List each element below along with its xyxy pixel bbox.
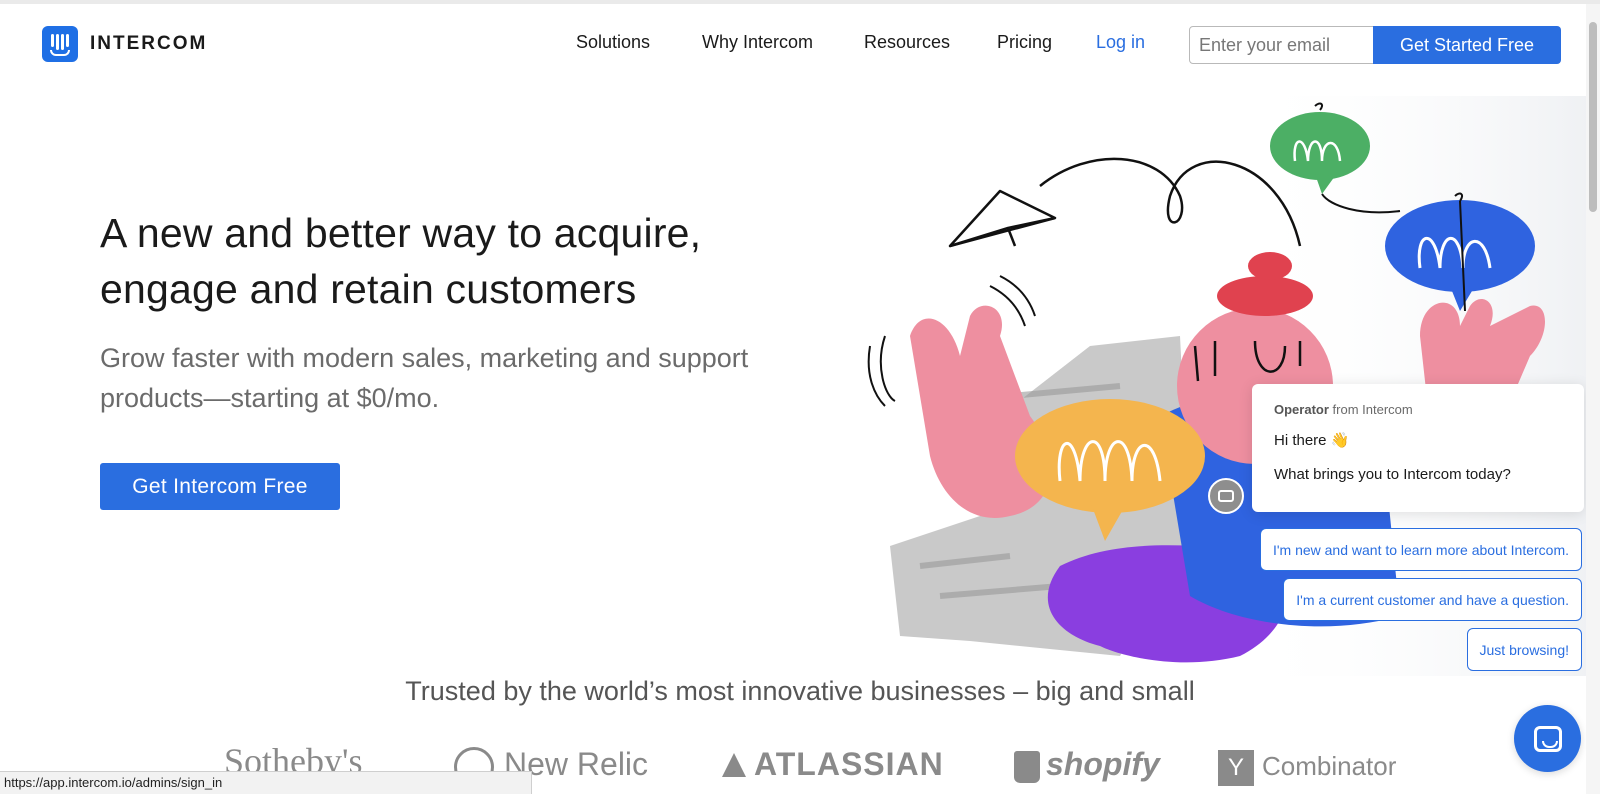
operator-avatar-icon [1208,478,1244,514]
get-intercom-free-button[interactable]: Get Intercom Free [100,463,340,510]
nav-solutions[interactable]: Solutions [576,32,650,53]
nav-pricing[interactable]: Pricing [997,32,1052,53]
hero-title: A new and better way to acquire, engage … [100,210,702,312]
chat-sender-name: Operator [1274,402,1329,417]
chat-sender: Operator from Intercom [1274,402,1562,417]
y-combinator-logo: Y Combinator [1218,750,1396,786]
reply-new-to-intercom[interactable]: I'm new and want to learn more about Int… [1259,528,1582,571]
chat-question: What brings you to Intercom today? [1274,466,1511,483]
site-header: INTERCOM Solutions Why Intercom Resource… [0,4,1600,84]
page-scrollbar[interactable] [1586,4,1600,794]
shopify-bag-icon [1014,750,1040,783]
shopify-logo: shopify [1014,746,1160,783]
get-started-free-button[interactable]: Get Started Free [1373,26,1561,64]
atlassian-label: ATLASSIAN [754,746,944,782]
y-combinator-icon: Y [1218,750,1254,786]
chat-greeting: Hi there 👋 [1274,432,1350,449]
reply-current-customer[interactable]: I'm a current customer and have a questi… [1283,578,1582,621]
reply-just-browsing[interactable]: Just browsing! [1466,628,1582,671]
nav-log-in[interactable]: Log in [1096,32,1145,53]
atlassian-logo: ATLASSIAN [722,746,944,783]
nav-resources[interactable]: Resources [864,32,950,53]
paper-plane-icon [948,189,1057,248]
y-combinator-label: Combinator [1262,750,1397,781]
chat-sender-org: from Intercom [1328,402,1413,417]
nav-why-intercom[interactable]: Why Intercom [702,32,813,53]
hero-subtitle: Grow faster with modern sales, marketing… [100,343,749,413]
shopify-label: shopify [1046,746,1160,782]
trusted-heading: Trusted by the world’s most innovative b… [405,676,1195,706]
atlassian-icon [722,753,746,777]
red-beret [1217,276,1313,316]
scrollbar-thumb[interactable] [1589,22,1597,212]
chat-message-card: Operator from Intercom Hi there 👋 What b… [1252,384,1584,512]
status-bar-url: https://app.intercom.io/admins/sign_in [0,771,532,794]
email-field[interactable] [1189,26,1374,64]
